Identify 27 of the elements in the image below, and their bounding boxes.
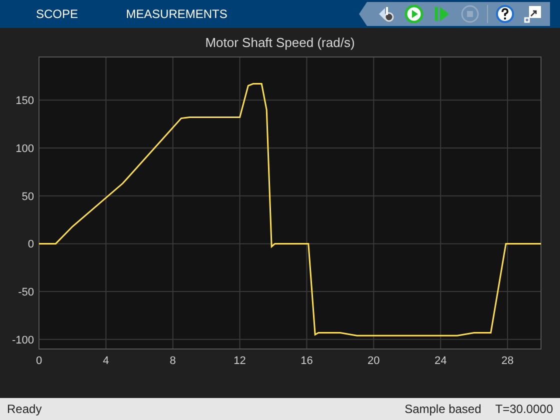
chart-title: Motor Shaft Speed (rad/s): [205, 35, 355, 50]
run-button[interactable]: [403, 3, 425, 25]
y-tick-label: 150: [16, 95, 34, 108]
help-icon: [495, 4, 515, 24]
undock-button[interactable]: [522, 3, 544, 25]
x-tick-label: 16: [300, 355, 313, 367]
x-tick-label: 20: [368, 355, 380, 367]
status-text: Ready: [7, 401, 42, 418]
simulation-time: T=30.0000: [495, 401, 553, 418]
y-tick-label: -100: [12, 334, 34, 346]
y-tick-label: 0: [28, 238, 34, 251]
x-tick-label: 8: [170, 355, 176, 367]
undock-icon: [523, 4, 543, 24]
help-button[interactable]: [494, 3, 516, 25]
x-tick-label: 0: [36, 355, 42, 367]
play-icon: [404, 4, 424, 24]
y-tick-label: 50: [22, 190, 34, 203]
x-tick-label: 12: [234, 355, 246, 367]
sampling-mode: Sample based: [404, 401, 482, 418]
y-tick-label: 100: [16, 142, 34, 155]
x-tick-label: 24: [434, 355, 447, 367]
x-tick-label: 28: [501, 355, 514, 367]
x-tick-label: 4: [102, 355, 109, 367]
toolstrip-tab[interactable]: SCOPE: [36, 5, 78, 23]
y-tick-label: -50: [18, 286, 34, 299]
toolstrip-tab[interactable]: MEASUREMENTS: [126, 5, 228, 23]
stop-icon: [460, 4, 480, 24]
